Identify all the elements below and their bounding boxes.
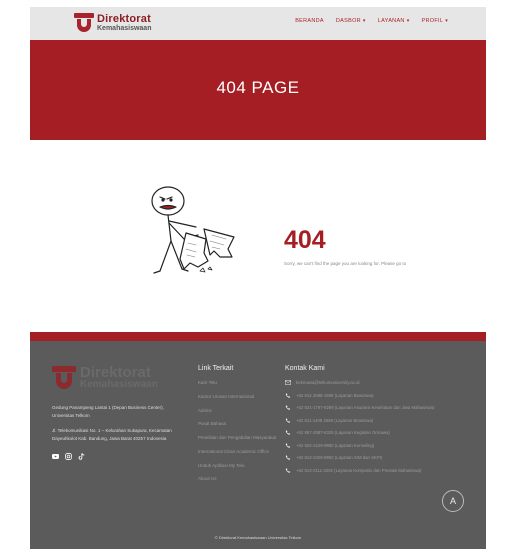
chevron-down-icon: ▾ [445,18,448,24]
telkom-logo-icon [74,13,94,33]
footer-street-address: Jl. Telekomunikasi No. 1 – Kelurahan Suk… [52,428,172,441]
chevron-down-icon: ▾ [362,18,366,24]
phone-icon [285,455,291,460]
related-links: Karir Telu Kantor Urusan Internasional A… [198,380,283,490]
phone-icon [285,417,291,423]
site-header: Direktorat Kemahasiswaan BERANDA DASBOR ▾… [30,7,486,40]
contact-item[interactable]: bekmawa@telkomuniversity.ac.id [285,380,475,385]
contact-item[interactable]: +62 857-2087-8326 (Layanan Kegiatan Orma… [285,430,475,435]
footer-divider [30,332,486,341]
footer-link[interactable]: International Class Academic Office [198,449,283,456]
nav-item-beranda[interactable]: BERANDA [295,18,324,24]
page: Direktorat Kemahasiswaan BERANDA DASBOR ▾… [30,7,486,549]
footer-link[interactable]: Unduh Aplikasi My Telu [198,463,283,470]
copyright: © Direktorat Kemahasiswaan Universitas T… [214,535,302,540]
telkom-logo-icon [52,365,76,390]
site-logo[interactable]: Direktorat Kemahasiswaan [74,13,151,33]
footer-link[interactable]: About Us [198,476,283,483]
footer-link[interactable]: Kantor Urusan Internasional [198,394,283,401]
footer-link[interactable]: Karir Telu [198,380,283,387]
mail-icon [285,380,291,385]
contact-item[interactable]: +62 811-1408 2688 (Layanan Beasiswa) [285,418,475,423]
tiktok-icon[interactable] [78,453,85,460]
footer-building-address: Gedung Panampeng Lantai 1 (Depan Busines… [52,405,164,418]
error-message: Sorry, we can't find the page you are lo… [284,261,407,266]
error-code: 404 [284,226,326,254]
back-to-top-button[interactable]: A [442,490,464,512]
nav-item-dasbor[interactable]: DASBOR ▾ [336,18,366,24]
nav-item-profil[interactable]: PROFIL ▾ [422,18,448,24]
contact-item[interactable]: +62 813-2329-8950 (Layanan SIM dan SKPI) [285,455,475,460]
phone-icon [285,467,291,473]
footer-link[interactable]: Penelitian dan Pengabdian Masyarakat [198,435,283,442]
page-title: 404 PAGE [216,78,300,97]
nav-item-layanan[interactable]: LAYANAN ▾ [378,18,410,24]
contact-item[interactable]: +62 821-1797-8289 (Layanan Asuransi Kese… [285,405,475,410]
contact-item[interactable]: +62 812 2088-1599 (Layanan Beasiswa) [285,393,475,398]
contact-heading: Kontak Kami [285,365,325,372]
phone-icon [285,430,291,435]
footer-logo-subtitle: Kemahasiswaan [80,379,158,390]
contact-list: bekmawa@telkomuniversity.ac.id +62 812 2… [285,380,475,480]
youtube-icon[interactable] [52,453,59,460]
phone-icon [285,442,291,448]
footer-link[interactable]: Admisi [198,408,283,415]
footer-logo-title: Direktorat [80,364,151,381]
phone-icon [285,392,291,398]
social-links [52,453,85,460]
error-content: 404 Sorry, we can't find the page you ar… [30,140,486,332]
logo-title: Direktorat [97,13,151,25]
footer-logo[interactable]: Direktorat Kemahasiswaan [52,365,158,390]
main-nav: BERANDA DASBOR ▾ LAYANAN ▾ PROFIL ▾ [295,18,448,24]
site-footer: Direktorat Kemahasiswaan Gedung Panampen… [30,341,486,549]
phone-icon [285,405,291,410]
links-heading: Link Terkait [198,365,234,372]
contact-item[interactable]: +62 822-2229-9980 (Layanan Konseling) [285,443,475,448]
instagram-icon[interactable] [65,453,72,460]
logo-subtitle: Kemahasiswaan [97,25,152,32]
footer-link[interactable]: Pusat Bahasa [198,421,283,428]
chevron-down-icon: ▾ [406,18,410,24]
torn-paper-illustration [151,186,235,274]
page-banner: 404 PAGE [30,40,486,140]
contact-item[interactable]: +62 813-2111-3282 (Layanan Kompetisi dan… [285,468,475,473]
